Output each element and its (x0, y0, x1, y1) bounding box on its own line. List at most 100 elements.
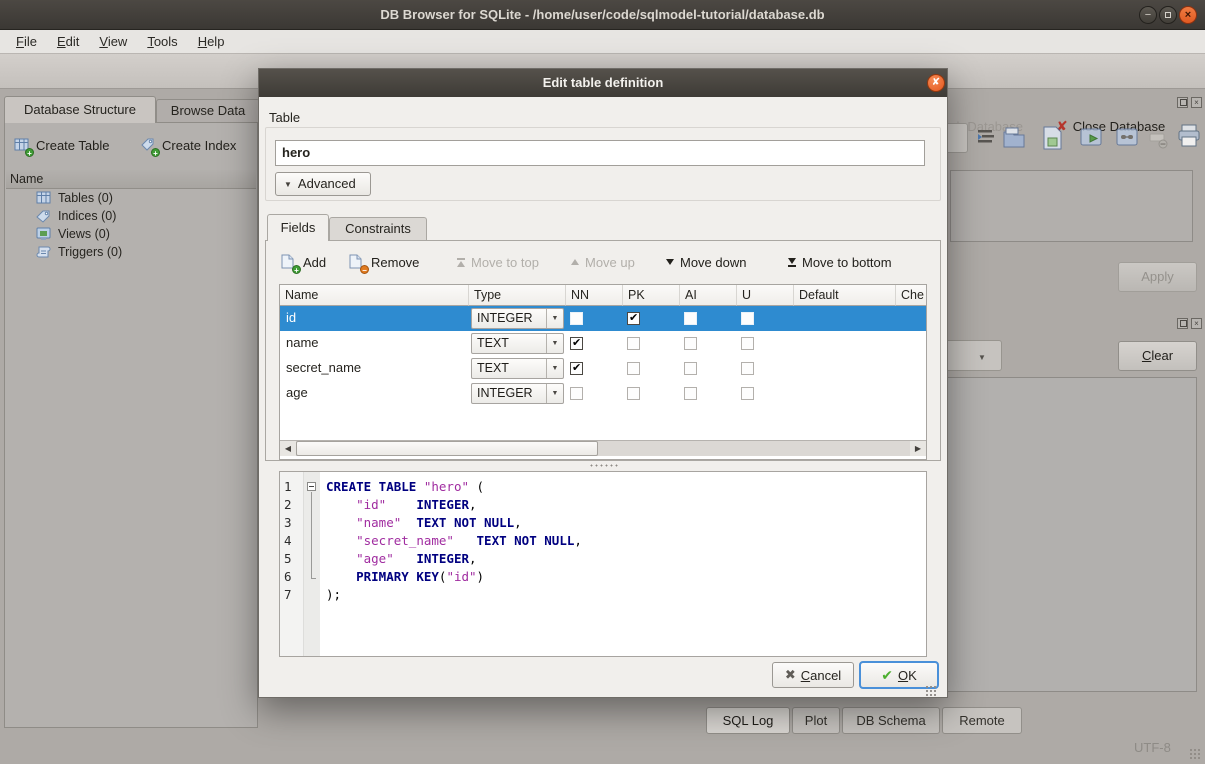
menu-edit[interactable]: Edit (47, 32, 89, 51)
tree-item-tables[interactable]: Tables (0) (6, 189, 256, 207)
dock2-close-icon[interactable]: × (1191, 318, 1202, 329)
tree-item-label: Triggers (0) (58, 243, 122, 261)
menu-file[interactable]: File (6, 32, 47, 51)
ai-checkbox[interactable] (684, 362, 697, 375)
sql-log-area[interactable] (946, 377, 1197, 692)
pk-checkbox[interactable] (627, 312, 640, 325)
fold-collapse-icon[interactable] (307, 482, 316, 491)
dialog-titlebar[interactable]: Edit table definition (259, 69, 947, 97)
table-name-input[interactable]: hero (275, 140, 925, 166)
column-header-nn[interactable]: NN (566, 285, 623, 306)
ai-checkbox[interactable] (684, 337, 697, 350)
dialog-resize-grip[interactable] (925, 685, 937, 697)
cancel-button[interactable]: ✖ Cancel (772, 662, 854, 688)
combo-arrow-icon[interactable]: ▼ (546, 359, 563, 378)
menu-tools[interactable]: Tools (137, 32, 187, 51)
sql-code-line: "age" INTEGER, (326, 550, 477, 568)
combo-arrow-icon[interactable]: ▼ (546, 384, 563, 403)
tree-header-name[interactable]: Name (6, 170, 256, 189)
window-titlebar[interactable]: DB Browser for SQLite - /home/user/code/… (0, 0, 1205, 30)
field-name-cell[interactable]: age (286, 385, 308, 400)
tree-item-views[interactable]: Views (0) (6, 225, 256, 243)
remove-field-button[interactable]: − Remove (349, 249, 419, 275)
menu-view[interactable]: View (89, 32, 137, 51)
tab-constraints[interactable]: Constraints (329, 217, 427, 241)
create-table-button[interactable]: + Create Table (14, 131, 109, 159)
move-to-bottom-button[interactable]: Move to bottom (788, 249, 892, 275)
u-checkbox[interactable] (741, 312, 754, 325)
field-name-cell[interactable]: secret_name (286, 360, 361, 375)
pk-checkbox[interactable] (627, 362, 640, 375)
column-header-ai[interactable]: AI (680, 285, 737, 306)
create-index-button[interactable]: + Create Index (140, 131, 236, 159)
bottom-tab-sql-log[interactable]: SQL Log (706, 707, 790, 734)
nn-checkbox[interactable] (570, 312, 583, 325)
scroll-left-icon[interactable]: ◀ (280, 441, 296, 456)
field-name-cell[interactable]: id (286, 310, 296, 325)
bottom-tab-remote[interactable]: Remote (942, 707, 1022, 734)
advanced-button[interactable]: ▼Advanced (275, 172, 371, 196)
nn-checkbox[interactable] (570, 362, 583, 375)
move-up-icon (571, 259, 579, 265)
pk-checkbox[interactable] (627, 387, 640, 400)
cell-editor-textarea[interactable] (950, 170, 1193, 242)
splitter-handle[interactable] (589, 463, 619, 468)
field-type-combobox[interactable]: TEXT▼ (471, 333, 564, 354)
clear-button[interactable]: Clear (1118, 341, 1197, 371)
window-resize-grip[interactable] (1189, 748, 1201, 760)
dialog-close-icon[interactable]: ✘ (927, 74, 945, 92)
ai-checkbox[interactable] (684, 387, 697, 400)
dock2-float-icon[interactable] (1177, 318, 1188, 329)
u-checkbox[interactable] (741, 337, 754, 350)
column-header-type[interactable]: Type (469, 285, 566, 306)
dock-float-icon[interactable] (1177, 97, 1188, 108)
maximize-icon[interactable] (1159, 6, 1177, 24)
field-type-combobox[interactable]: INTEGER▼ (471, 308, 564, 329)
fields-grid-hscrollbar[interactable]: ◀ ▶ (280, 440, 926, 456)
edit-table-dialog: Edit table definition ✘ Table hero ▼Adva… (258, 68, 948, 698)
close-window-icon[interactable]: × (1179, 6, 1197, 24)
tab-fields[interactable]: Fields (267, 214, 329, 241)
cell-mode-combobox[interactable] (946, 123, 968, 153)
tree-item-triggers[interactable]: Triggers (0) (6, 243, 256, 261)
minimize-icon[interactable]: − (1139, 6, 1157, 24)
field-name-cell[interactable]: name (286, 335, 319, 350)
column-header-pk[interactable]: PK (623, 285, 680, 306)
hscroll-thumb[interactable] (296, 441, 598, 456)
tree-item-indices[interactable]: Indices (0) (6, 207, 256, 225)
field-row-secret_name[interactable]: secret_name TEXT▼ (280, 356, 927, 381)
tab-browse-data[interactable]: Browse Data (156, 99, 260, 123)
open-in-app-icon[interactable] (1078, 124, 1104, 152)
nn-checkbox[interactable] (570, 337, 583, 350)
import-cell-icon[interactable] (1002, 124, 1028, 152)
link-cell-icon[interactable] (1114, 124, 1140, 152)
tab-database-structure[interactable]: Database Structure (4, 96, 156, 123)
bottom-tab-db-schema[interactable]: DB Schema (842, 707, 940, 734)
sql-preview-editor[interactable]: 1234567 CREATE TABLE "hero" ( "id" INTEG… (279, 471, 927, 657)
print-icon[interactable] (1176, 122, 1202, 150)
move-down-button[interactable]: Move down (666, 249, 746, 275)
field-row-name[interactable]: name TEXT▼ (280, 331, 927, 356)
scroll-right-icon[interactable]: ▶ (910, 441, 926, 456)
u-checkbox[interactable] (741, 387, 754, 400)
u-checkbox[interactable] (741, 362, 754, 375)
combo-arrow-icon[interactable]: ▼ (546, 309, 563, 328)
field-type-combobox[interactable]: TEXT▼ (471, 358, 564, 379)
dock-close-icon[interactable]: × (1191, 97, 1202, 108)
column-header-default[interactable]: Default (794, 285, 896, 306)
column-header-u[interactable]: U (737, 285, 794, 306)
cell-format-icon[interactable] (975, 124, 1001, 152)
field-row-age[interactable]: age INTEGER▼ (280, 381, 927, 406)
pk-checkbox[interactable] (627, 337, 640, 350)
add-field-button[interactable]: + Add (281, 249, 326, 275)
ai-checkbox[interactable] (684, 312, 697, 325)
field-type-combobox[interactable]: INTEGER▼ (471, 383, 564, 404)
combo-arrow-icon[interactable]: ▼ (546, 334, 563, 353)
bottom-tab-plot[interactable]: Plot (792, 707, 840, 734)
menu-help[interactable]: Help (188, 32, 235, 51)
export-cell-icon[interactable] (1040, 124, 1066, 152)
field-row-id[interactable]: id INTEGER▼ (280, 306, 927, 331)
nn-checkbox[interactable] (570, 387, 583, 400)
column-header-che[interactable]: Che (896, 285, 927, 306)
column-header-name[interactable]: Name (280, 285, 469, 306)
